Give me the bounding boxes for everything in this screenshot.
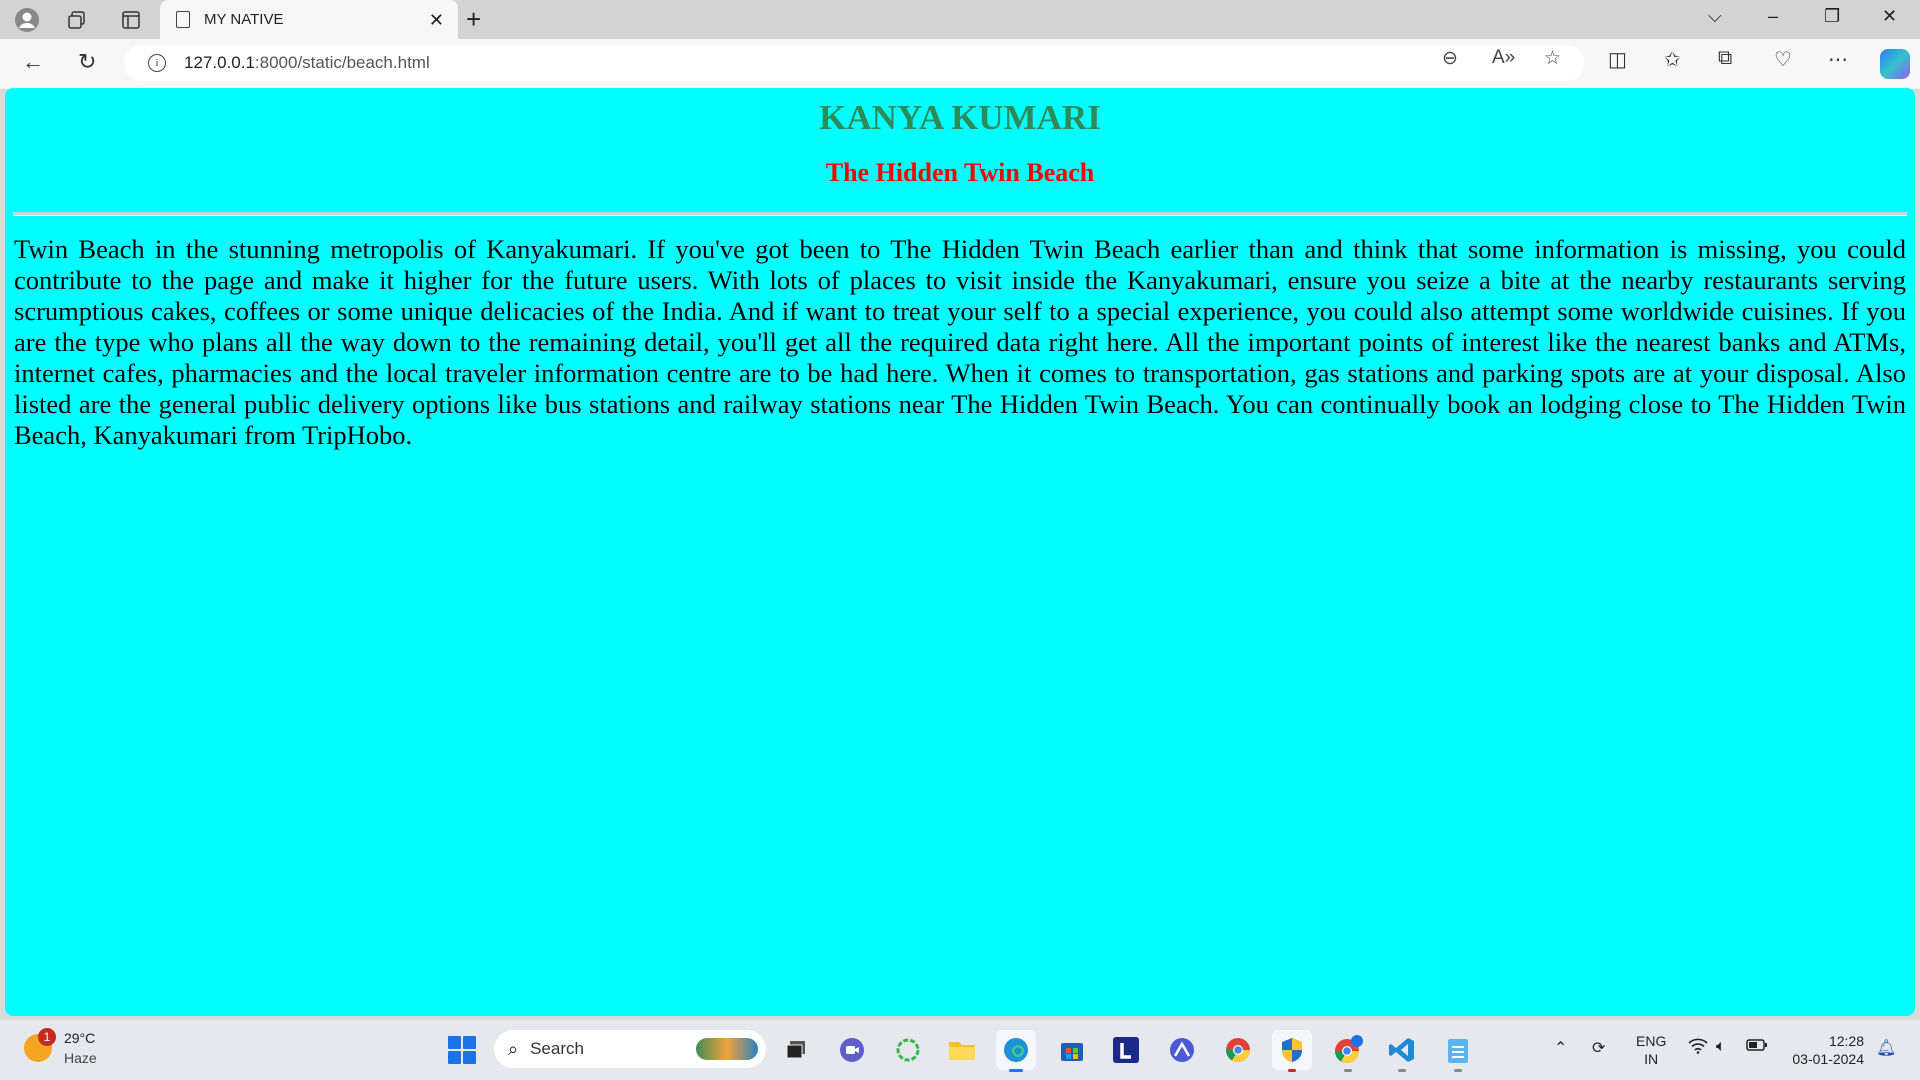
clock-time: 12:28 (1828, 1033, 1864, 1049)
volume-icon[interactable]: 🔈︎ (1716, 1038, 1726, 1056)
favorite-star-icon[interactable]: ☆ (1544, 47, 1561, 70)
notepad-indicator (1454, 1069, 1462, 1072)
divider (13, 212, 1907, 216)
edge-active-indicator (1009, 1069, 1023, 1072)
browser-toolbar: ← ↻ i 127.0.0.1:8000/static/beach.html ⊖… (0, 39, 1920, 89)
site-info-icon[interactable]: i (148, 54, 166, 72)
edge-icon[interactable] (996, 1030, 1036, 1072)
weather-condition[interactable]: Haze (64, 1050, 97, 1066)
file-explorer-icon[interactable] (942, 1030, 982, 1070)
language-code: ENG (1636, 1033, 1667, 1049)
search-highlight-icon (696, 1038, 758, 1060)
clock-date: 03-01-2024 (1792, 1051, 1864, 1067)
refresh-icon[interactable]: ↻ (78, 49, 96, 75)
restore-icon[interactable]: ❐ (1824, 6, 1840, 27)
zoom-out-icon[interactable]: ⊖ (1442, 47, 1458, 70)
description-paragraph: Twin Beach in the stunning metropolis of… (14, 234, 1906, 450)
vscode-indicator (1398, 1069, 1406, 1072)
chrome-profile-indicator (1344, 1069, 1352, 1072)
address-bar[interactable]: i 127.0.0.1:8000/static/beach.html (124, 45, 1584, 81)
chrome-profile-icon[interactable] (1328, 1030, 1368, 1072)
profile-icon[interactable] (8, 4, 46, 36)
l-app-icon[interactable] (1106, 1030, 1146, 1070)
workspaces-icon[interactable] (58, 4, 96, 36)
more-menu-icon[interactable]: ⋯ (1828, 47, 1848, 72)
vertical-tabs-icon[interactable] (112, 4, 150, 36)
taskbar-search[interactable]: ⌕ Search (494, 1030, 766, 1068)
notepad-icon[interactable] (1438, 1030, 1478, 1072)
clock[interactable]: 12:28 03-01-2024 (1784, 1032, 1864, 1068)
sync-icon[interactable]: ⟳ (1592, 1038, 1605, 1058)
tab-title: MY NATIVE (204, 11, 284, 28)
weather-notification-badge: 1 (38, 1028, 56, 1046)
chrome-icon[interactable] (1218, 1030, 1258, 1070)
close-window-icon[interactable]: ✕ (1882, 6, 1897, 27)
taskbar: 1 29°C Haze ⌕ Search ⌃ ⟳ ENG IN 🔈︎ 12:28… (0, 1020, 1920, 1080)
collections-icon[interactable]: ⧉ (1718, 47, 1732, 70)
split-screen-icon[interactable]: ◫ (1608, 47, 1627, 72)
vscode-icon[interactable] (1382, 1030, 1422, 1072)
loop-icon[interactable] (888, 1030, 928, 1070)
show-hidden-icons-chevron-icon[interactable]: ⌃ (1554, 1038, 1567, 1058)
copilot-icon[interactable] (1880, 49, 1910, 79)
back-icon[interactable]: ← (22, 49, 44, 75)
wifi-icon[interactable] (1688, 1038, 1708, 1059)
browser-tab[interactable]: MY NATIVE ✕ (160, 0, 458, 39)
weather-temperature[interactable]: 29°C (64, 1030, 95, 1046)
teams-meet-icon[interactable] (832, 1030, 872, 1070)
minimize-icon[interactable]: – (1768, 6, 1778, 27)
search-icon: ⌕ (508, 1038, 519, 1059)
security-indicator (1288, 1069, 1296, 1072)
page-viewport: KANYA KUMARI The Hidden Twin Beach Twin … (5, 88, 1915, 1016)
store-icon[interactable] (1052, 1030, 1092, 1070)
tab-strip: MY NATIVE ✕ + ⌵ – ❐ ✕ (0, 0, 1920, 39)
tab-list-chevron-icon[interactable]: ⌵ (1708, 6, 1722, 27)
search-label: Search (530, 1039, 584, 1058)
task-view-icon[interactable] (776, 1030, 816, 1070)
browser-essentials-icon[interactable]: ♡ (1774, 47, 1792, 72)
page-icon (176, 11, 190, 28)
page-content: KANYA KUMARI The Hidden Twin Beach Twin … (5, 88, 1915, 451)
url-text[interactable]: 127.0.0.1:8000/static/beach.html (184, 53, 430, 73)
page-subtitle: The Hidden Twin Beach (825, 158, 1095, 187)
battery-icon[interactable] (1746, 1038, 1768, 1057)
notification-bell-icon[interactable]: 🔔︎ (1876, 1038, 1896, 1058)
language-indicator[interactable]: ENG IN (1636, 1032, 1666, 1068)
start-button[interactable] (448, 1036, 476, 1064)
page-title: KANYA KUMARI (819, 98, 1101, 137)
close-tab-icon[interactable]: ✕ (429, 10, 444, 31)
security-shield-icon[interactable] (1272, 1030, 1312, 1072)
favorites-icon[interactable]: ✩ (1664, 47, 1681, 72)
read-aloud-icon[interactable]: A» (1492, 47, 1515, 69)
new-tab-icon[interactable]: + (466, 4, 481, 35)
tunnel-app-icon[interactable] (1162, 1030, 1202, 1070)
region-code: IN (1644, 1051, 1659, 1067)
